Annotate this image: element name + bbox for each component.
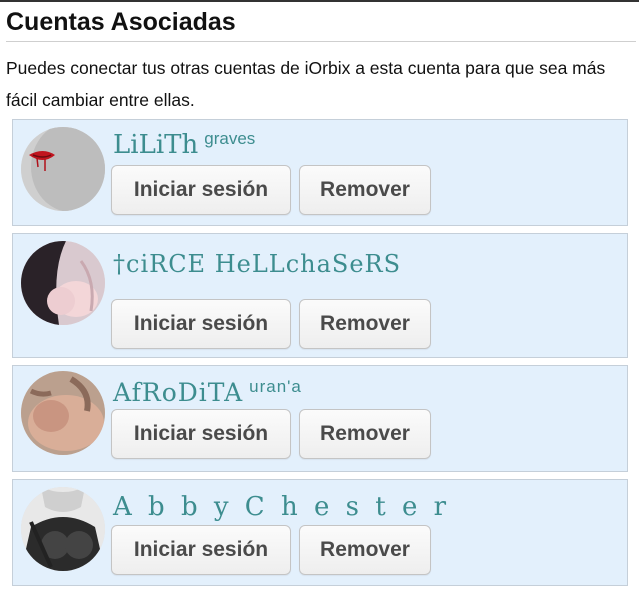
login-button[interactable]: Iniciar sesión (111, 299, 291, 349)
avatar (21, 127, 105, 211)
account-card: LiLiTh graves Iniciar sesión Remover (12, 119, 628, 226)
page-title: Cuentas Asociadas (6, 8, 236, 36)
account-name: A b b y C h e s t e r (113, 492, 450, 522)
avatar (21, 487, 105, 571)
remove-button[interactable]: Remover (299, 525, 431, 575)
account-card: A b b y C h e s t e r Iniciar sesión Rem… (12, 479, 628, 586)
account-name: LiLiTh graves (113, 129, 256, 160)
remove-button[interactable]: Remover (299, 409, 431, 459)
account-name: †ciRCE HeLLchaSeRS (113, 250, 401, 278)
account-name-text: AfRoDiTA (113, 378, 244, 407)
account-name-text: A b b y C h e s t e r (113, 492, 451, 522)
avatar (21, 371, 105, 455)
account-name-text: LiLiTh (113, 130, 199, 160)
login-button[interactable]: Iniciar sesión (111, 409, 291, 459)
remove-button[interactable]: Remover (299, 165, 431, 215)
page-description: Puedes conectar tus otras cuentas de iOr… (6, 58, 606, 110)
title-divider (6, 41, 636, 42)
remove-button[interactable]: Remover (299, 299, 431, 349)
account-name-text: †ciRCE HeLLchaSeRS (113, 250, 402, 278)
account-name-suffix: graves (204, 129, 256, 148)
top-border (0, 0, 639, 2)
avatar (21, 241, 105, 325)
account-card: AfRoDiTA uran'a Iniciar sesión Remover (12, 365, 628, 472)
account-name: AfRoDiTA uran'a (113, 377, 302, 407)
login-button[interactable]: Iniciar sesión (111, 525, 291, 575)
login-button[interactable]: Iniciar sesión (111, 165, 291, 215)
account-name-suffix: uran'a (249, 377, 302, 396)
account-card: †ciRCE HeLLchaSeRS Iniciar sesión Remove… (12, 233, 628, 358)
